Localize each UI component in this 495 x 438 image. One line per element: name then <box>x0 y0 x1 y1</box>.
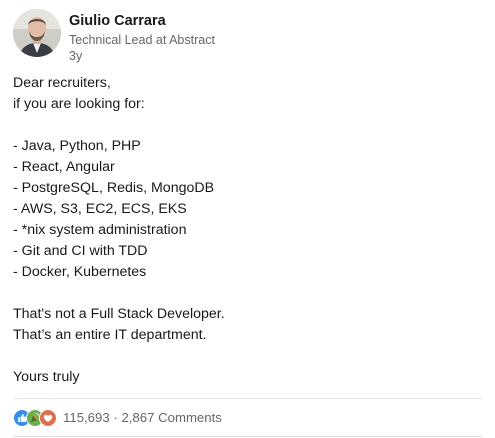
post-line: if you are looking for: <box>13 96 145 112</box>
separator-dot: · <box>109 410 122 425</box>
post-line: - Git and CI with TDD <box>13 243 148 259</box>
post-line: - *nix system administration <box>13 222 187 238</box>
post-line: That's not a Full Stack Developer. <box>13 306 225 322</box>
post-timestamp: 3y <box>69 49 83 63</box>
social-counts-bar: 115,693 · 2,867 Comments <box>13 409 222 427</box>
post-line <box>13 283 225 304</box>
avatar[interactable] <box>13 9 61 57</box>
divider <box>13 436 482 437</box>
author-headline: Technical Lead at Abstract <box>69 33 215 47</box>
post-line: Dear recruiters, <box>13 75 111 91</box>
post-line: - React, Angular <box>13 159 115 175</box>
love-icon <box>39 409 57 427</box>
comments-count[interactable]: 2,867 Comments <box>121 409 221 427</box>
post-line: Yours truly <box>13 369 80 385</box>
post-line: - PostgreSQL, Redis, MongoDB <box>13 180 215 196</box>
author-meta: Giulio Carrara Technical Lead at Abstrac… <box>69 9 215 64</box>
post-line: - Docker, Kubernetes <box>13 264 147 280</box>
divider <box>13 398 482 399</box>
reactions-summary[interactable] <box>13 409 57 427</box>
post-line <box>13 115 225 136</box>
post-line: - AWS, S3, EC2, ECS, EKS <box>13 201 187 217</box>
post-line: - Java, Python, PHP <box>13 138 141 154</box>
post-line <box>13 346 225 367</box>
author-name[interactable]: Giulio Carrara <box>69 12 215 30</box>
post-header: Giulio Carrara Technical Lead at Abstrac… <box>13 9 215 64</box>
post-line: That’s an entire IT department. <box>13 327 207 343</box>
avatar-photo <box>13 9 61 57</box>
post-text: Dear recruiters, if you are looking for:… <box>13 73 225 388</box>
reaction-count[interactable]: 115,693 <box>63 409 110 427</box>
